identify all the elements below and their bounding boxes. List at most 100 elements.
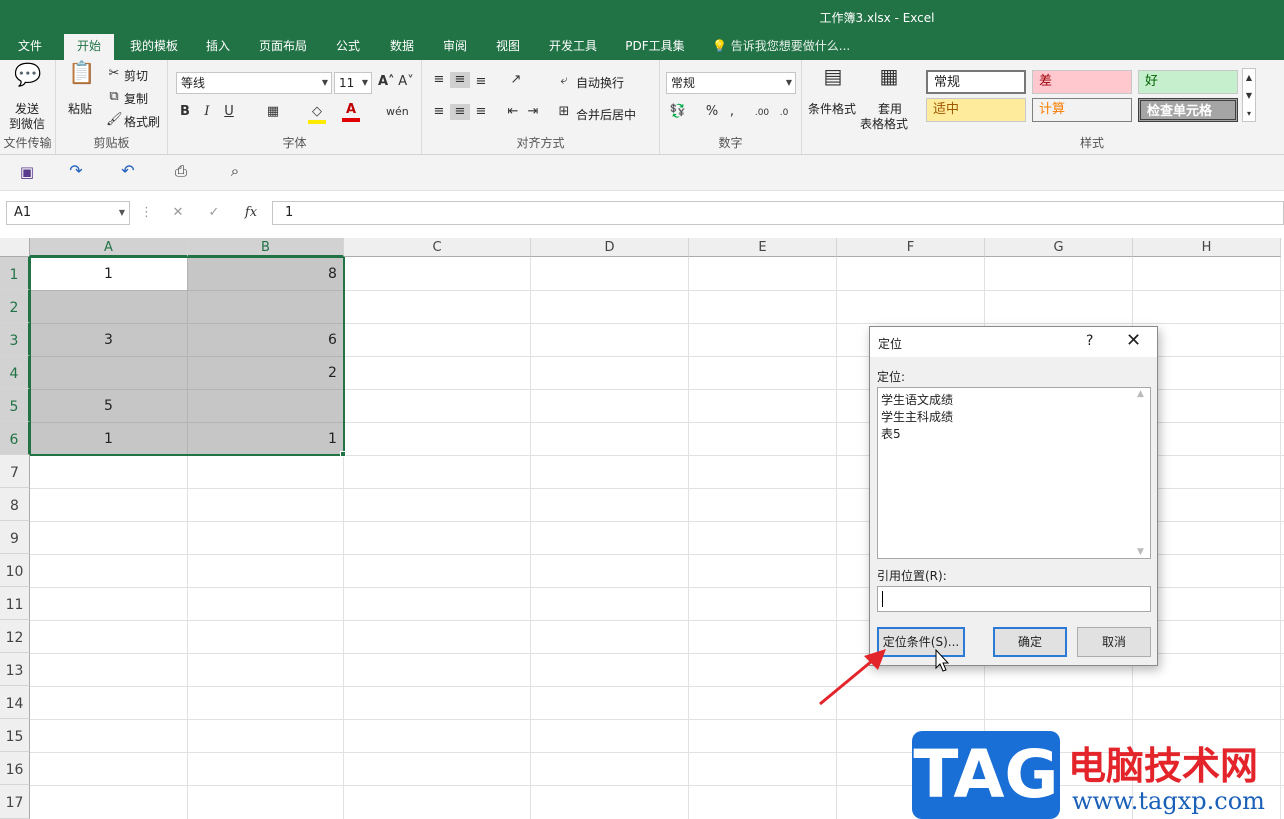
ok-button[interactable]: 确定 — [993, 627, 1067, 657]
tab-view[interactable]: 视图 — [486, 34, 530, 60]
bold-icon[interactable]: B — [178, 104, 192, 120]
cell-a5[interactable]: 5 — [104, 398, 113, 414]
col-header-g[interactable]: G — [985, 238, 1133, 257]
style-neutral[interactable]: 适中 — [926, 98, 1026, 122]
phonetic-icon[interactable]: wén — [386, 104, 409, 120]
zoom-preview-icon[interactable]: ⌕ — [226, 163, 244, 179]
cell-b3[interactable]: 6 — [328, 332, 337, 348]
scroll-up-icon[interactable]: ▲ — [1137, 389, 1144, 399]
row-header-12[interactable]: 12 — [0, 620, 30, 653]
print-preview-icon[interactable]: ⎙ — [172, 163, 190, 179]
format-painter-button[interactable]: 格式刷 — [124, 113, 160, 130]
cell-a1[interactable]: 1 — [104, 266, 113, 282]
style-bad[interactable]: 差 — [1032, 70, 1132, 94]
increase-indent-icon[interactable]: ⇥ — [524, 104, 542, 120]
font-size-combo[interactable]: 11 ▼ — [334, 72, 372, 94]
wrap-text-icon[interactable]: ⤶ — [556, 73, 572, 89]
copy-button[interactable]: 复制 — [124, 90, 148, 107]
align-center-icon[interactable]: ≡ — [450, 104, 470, 120]
scroll-down-icon[interactable]: ▼ — [1137, 547, 1144, 557]
row-header-11[interactable]: 11 — [0, 587, 30, 620]
shrink-font-icon[interactable]: A˅ — [398, 74, 414, 90]
merge-center-button[interactable]: 合并后居中 — [576, 106, 636, 123]
format-painter-icon[interactable]: 🖌 — [106, 112, 123, 128]
save-icon[interactable]: ▣ — [18, 164, 36, 180]
row-header-15[interactable]: 15 — [0, 719, 30, 752]
list-item[interactable]: 表5 — [881, 425, 901, 442]
row-header-14[interactable]: 14 — [0, 686, 30, 719]
enter-icon[interactable]: ✓ — [206, 205, 222, 221]
tab-data[interactable]: 数据 — [380, 34, 424, 60]
comma-icon[interactable]: , — [726, 104, 738, 120]
tab-developer[interactable]: 开发工具 — [540, 34, 606, 60]
scissors-icon[interactable]: ✂ — [106, 66, 122, 82]
col-header-e[interactable]: E — [689, 238, 837, 257]
conditional-format-icon[interactable]: ▤ — [820, 66, 846, 94]
row-header-9[interactable]: 9 — [0, 521, 30, 554]
reference-input[interactable] — [877, 586, 1151, 612]
wrap-text-button[interactable]: 自动换行 — [576, 74, 624, 91]
fill-color-icon[interactable]: ◇ — [308, 104, 326, 124]
tab-home[interactable]: 开始 — [64, 34, 114, 60]
close-icon[interactable]: ✕ — [1126, 330, 1141, 351]
row-header-8[interactable]: 8 — [0, 488, 30, 521]
col-header-h[interactable]: H — [1133, 238, 1281, 257]
tab-formulas[interactable]: 公式 — [326, 34, 370, 60]
tab-pdf-tools[interactable]: PDF工具集 — [618, 34, 692, 60]
row-header-10[interactable]: 10 — [0, 554, 30, 587]
style-check-cell[interactable]: 检查单元格 — [1138, 98, 1238, 122]
cell-b6[interactable]: 1 — [328, 431, 337, 447]
align-top-icon[interactable]: ≡ — [430, 72, 448, 88]
copy-icon[interactable]: ⧉ — [106, 89, 122, 105]
cell-b1[interactable]: 8 — [328, 266, 337, 282]
col-header-f[interactable]: F — [837, 238, 985, 257]
cancel-icon[interactable]: ✕ — [170, 205, 186, 221]
percent-icon[interactable]: % — [704, 104, 720, 120]
row-header-2[interactable]: 2 — [0, 290, 30, 323]
style-calculation[interactable]: 计算 — [1032, 98, 1132, 122]
tab-review[interactable]: 审阅 — [433, 34, 477, 60]
row-header-7[interactable]: 7 — [0, 455, 30, 488]
paste-icon[interactable]: 📋 — [68, 63, 95, 96]
currency-icon[interactable]: 💱 — [668, 104, 688, 120]
cell-a3[interactable]: 3 — [104, 332, 113, 348]
help-icon[interactable]: ? — [1086, 333, 1093, 349]
align-middle-icon[interactable]: ≡ — [450, 72, 470, 88]
tab-my-templates[interactable]: 我的模板 — [122, 34, 186, 60]
row-header-16[interactable]: 16 — [0, 752, 30, 785]
fill-handle[interactable] — [340, 451, 346, 457]
col-header-d[interactable]: D — [531, 238, 689, 257]
list-item[interactable]: 学生主科成绩 — [881, 408, 953, 425]
italic-icon[interactable]: I — [200, 104, 214, 120]
row-header-3[interactable]: 3 — [0, 323, 30, 356]
select-all-corner[interactable] — [0, 238, 30, 257]
row-header-6[interactable]: 6 — [0, 422, 30, 455]
align-left-icon[interactable]: ≡ — [430, 104, 448, 120]
decrease-indent-icon[interactable]: ⇤ — [504, 104, 522, 120]
formula-input[interactable]: 1 — [272, 201, 1284, 225]
goto-list[interactable]: 学生语文成绩 学生主科成绩 表5 ▲ ▼ — [877, 387, 1151, 559]
col-header-b[interactable]: B — [188, 238, 344, 257]
borders-icon[interactable]: ▦ — [264, 104, 282, 120]
grow-font-icon[interactable]: A˄ — [378, 74, 395, 90]
conditional-format-button[interactable]: 条件格式 — [808, 100, 856, 117]
row-header-1[interactable]: 1 — [0, 257, 30, 290]
font-name-combo[interactable]: 等线 ▼ — [176, 72, 332, 94]
decrease-decimal-icon[interactable]: .0 — [774, 105, 794, 121]
styles-scroll-icon[interactable]: ▲ ▼ ▾ — [1242, 68, 1256, 122]
format-as-table-icon[interactable]: ▦ — [876, 66, 902, 94]
list-scrollbar[interactable]: ▲ ▼ — [1134, 388, 1150, 558]
cut-button[interactable]: 剪切 — [124, 67, 148, 84]
merge-icon[interactable]: ⊞ — [556, 104, 572, 120]
redo-icon[interactable]: ↷ — [66, 163, 86, 179]
cancel-button[interactable]: 取消 — [1077, 627, 1151, 657]
align-bottom-icon[interactable]: ≡ — [472, 74, 490, 90]
format-as-table-label2[interactable]: 表格格式 — [860, 115, 908, 132]
col-header-a[interactable]: A — [30, 238, 188, 257]
tell-me-box[interactable]: 💡 告诉我您想要做什么... — [712, 34, 850, 58]
list-item[interactable]: 学生语文成绩 — [881, 391, 953, 408]
name-box[interactable]: A1 ▼ — [6, 201, 130, 225]
align-right-icon[interactable]: ≡ — [472, 104, 490, 120]
font-color-icon[interactable]: A — [342, 102, 360, 122]
tab-insert[interactable]: 插入 — [196, 34, 240, 60]
